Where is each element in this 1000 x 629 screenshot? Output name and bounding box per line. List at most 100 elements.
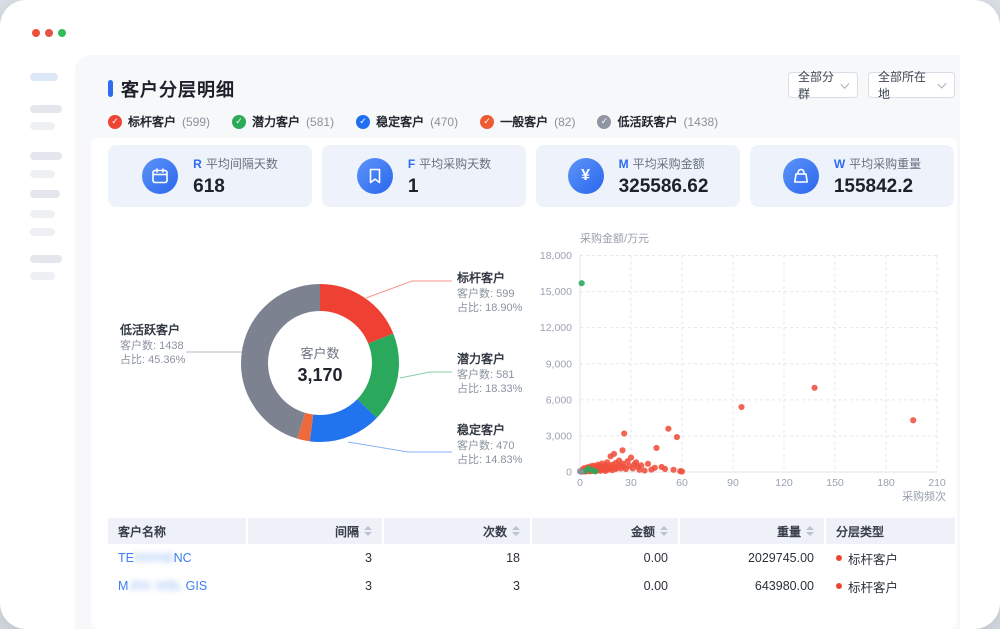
- sidebar-skeleton-bar: [30, 272, 55, 280]
- check-circle-icon: ✓: [356, 115, 370, 129]
- legend-count: (581): [306, 115, 334, 129]
- cell-count: 3: [384, 572, 530, 600]
- legend-item-标杆客户[interactable]: ✓标杆客户(599): [108, 113, 210, 130]
- group-filter-label: 全部分群: [798, 68, 834, 102]
- svg-text:0: 0: [577, 477, 583, 489]
- sort-icon[interactable]: [660, 526, 668, 536]
- table-header-col4[interactable]: 重量: [680, 518, 824, 544]
- metric-value: 1: [408, 176, 491, 198]
- donut-label-potential: 潜力客户 客户数: 581 占比: 18.33%: [457, 352, 522, 396]
- table-header-col1[interactable]: 间隔: [248, 518, 382, 544]
- svg-text:15,000: 15,000: [540, 286, 572, 298]
- stat-card-recency: R平均间隔天数 618: [108, 145, 312, 207]
- legend-count: (1438): [683, 115, 718, 129]
- donut-center-value: 3,170: [290, 365, 350, 386]
- sort-icon[interactable]: [364, 526, 372, 536]
- sidebar-skeleton-bar: [30, 170, 55, 178]
- yuan-icon: ¥: [568, 158, 604, 194]
- sort-icon[interactable]: [806, 526, 814, 536]
- legend-item-稳定客户[interactable]: ✓ 稳定客户 (470): [356, 113, 458, 130]
- legend-item-一般客户[interactable]: ✓ 一般客户 (82): [480, 113, 575, 130]
- type-dot-icon: [836, 583, 842, 589]
- metric-label: 平均采购金额: [633, 157, 705, 171]
- cell-weight: 2029745.00: [680, 544, 824, 572]
- metric-label: 平均采购重量: [849, 157, 921, 171]
- legend-item-潜力客户[interactable]: ✓ 潜力客户 (581): [232, 113, 334, 130]
- page-title: 客户分层明细: [121, 76, 235, 102]
- sort-icon[interactable]: [512, 526, 520, 536]
- svg-text:210: 210: [928, 477, 946, 489]
- svg-text:120: 120: [775, 477, 793, 489]
- sidebar-skeleton-bar: [30, 255, 62, 263]
- svg-text:90: 90: [727, 477, 739, 489]
- cell-weight: 643980.00: [680, 572, 824, 600]
- svg-text:60: 60: [676, 477, 688, 489]
- metric-letter: M: [619, 157, 629, 171]
- group-filter-select[interactable]: 全部分群: [788, 72, 858, 98]
- svg-text:180: 180: [877, 477, 895, 489]
- sidebar-skeleton-bar: [30, 122, 55, 130]
- scatter-chart: 03,0006,0009,00012,00015,00018,000030609…: [530, 225, 960, 500]
- main-panel: 客户分层明细 全部分群 全部所在地 ✓标杆客户(599)✓潜力客户(581)✓稳…: [75, 55, 960, 629]
- table-header-col3[interactable]: 金额: [532, 518, 678, 544]
- cell-interval: 3: [248, 544, 382, 572]
- chevron-down-icon: [937, 79, 946, 88]
- location-filter-select[interactable]: 全部所在地: [868, 72, 955, 98]
- customer-table: 客户名称间隔次数金额重量分层类型 TEMWNBNC3180.002029745.…: [108, 518, 955, 600]
- donut-label-stable: 稳定客户 客户数: 470 占比: 14.83%: [457, 423, 522, 467]
- sidebar-skeleton-bar: [30, 73, 58, 81]
- table-header-type: 分层类型: [826, 518, 955, 544]
- check-circle-icon: ✓: [480, 115, 494, 129]
- svg-text:18,000: 18,000: [540, 250, 572, 262]
- cell-amount: 0.00: [532, 572, 678, 600]
- donut-label-benchmark: 标杆客户 客户数: 599 占比: 18.90%: [457, 271, 522, 315]
- donut-label-inactive: 低活跃客户 客户数: 1438 占比: 45.36%: [120, 323, 185, 367]
- metric-value: 618: [193, 176, 278, 198]
- svg-text:3,000: 3,000: [546, 430, 572, 442]
- svg-text:150: 150: [826, 477, 844, 489]
- svg-text:12,000: 12,000: [540, 322, 572, 334]
- legend-item-低活跃客户[interactable]: ✓低活跃客户(1438): [597, 113, 718, 130]
- check-circle-icon: ✓: [108, 115, 122, 129]
- legend-count: (470): [430, 115, 458, 129]
- metric-letter: W: [834, 157, 845, 171]
- check-circle-icon: ✓: [232, 115, 246, 129]
- screen: 客户分层明细 全部分群 全部所在地 ✓标杆客户(599)✓潜力客户(581)✓稳…: [0, 0, 1000, 629]
- metric-value: 325586.62: [619, 176, 709, 198]
- table-row: MJRK WBL GIS330.00643980.00标杆客户: [108, 572, 955, 600]
- donut-center-label: 客户数 3,170: [290, 343, 350, 386]
- metric-label: 平均采购天数: [419, 157, 491, 171]
- legend-count: (82): [554, 115, 575, 129]
- metric-value: 155842.2: [834, 176, 921, 198]
- bag-icon: [783, 158, 819, 194]
- stat-card-monetary: ¥ M 平均采购金额 325586.62: [536, 145, 740, 207]
- customer-name-link[interactable]: MJRK WBL GIS: [118, 579, 207, 593]
- svg-text:0: 0: [566, 467, 572, 479]
- app-window: 客户分层明细 全部分群 全部所在地 ✓标杆客户(599)✓潜力客户(581)✓稳…: [0, 0, 1000, 629]
- legend-label: 稳定客户: [376, 113, 424, 130]
- maximize-window-icon[interactable]: [58, 29, 66, 37]
- cell-type: 标杆客户: [826, 544, 955, 572]
- table-header-col2[interactable]: 次数: [384, 518, 530, 544]
- cell-interval: 3: [248, 572, 382, 600]
- title-accent-bar: [108, 80, 113, 97]
- bookmark-icon: [357, 158, 393, 194]
- customer-type-legend: ✓标杆客户(599)✓潜力客户(581)✓稳定客户(470)✓一般客户(82)✓…: [108, 113, 718, 130]
- stat-card-weight: W 平均采购重量 155842.2: [750, 145, 954, 207]
- legend-label: 一般客户: [500, 113, 548, 130]
- minimize-window-icon[interactable]: [45, 29, 53, 37]
- calendar-icon: [142, 158, 178, 194]
- metric-letter: F: [408, 157, 415, 171]
- customer-name-link[interactable]: TEMWNBNC: [118, 551, 192, 565]
- sidebar-skeleton-bar: [30, 190, 60, 198]
- table-header-name: 客户名称: [108, 518, 246, 544]
- legend-label: 低活跃客户: [617, 113, 677, 130]
- table-body: TEMWNBNC3180.002029745.00标杆客户MJRK WBL GI…: [108, 544, 955, 600]
- metric-letter: R: [193, 157, 202, 171]
- close-window-icon[interactable]: [32, 29, 40, 37]
- stat-card-frequency: F 平均采购天数 1: [322, 145, 526, 207]
- sidebar-skeleton-bar: [30, 152, 62, 160]
- legend-label: 潜力客户: [252, 113, 300, 130]
- svg-text:6,000: 6,000: [546, 394, 572, 406]
- table-row: TEMWNBNC3180.002029745.00标杆客户: [108, 544, 955, 572]
